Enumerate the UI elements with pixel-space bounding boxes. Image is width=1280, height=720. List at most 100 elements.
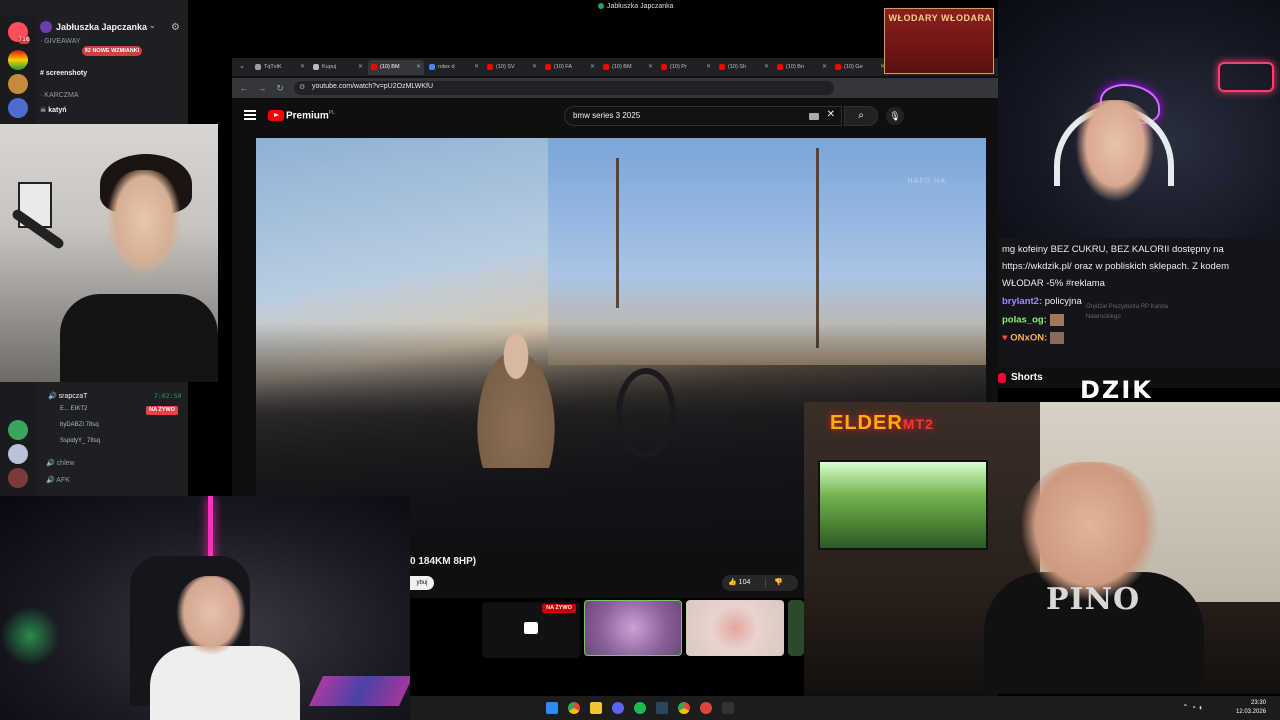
back-arrow-icon[interactable]: ← [238, 82, 250, 94]
chat-username[interactable]: polas_og: [1002, 315, 1047, 326]
steam-icon[interactable] [656, 702, 668, 714]
subscribe-button[interactable]: ybuj [410, 576, 434, 590]
close-icon[interactable]: ✕ [300, 60, 305, 75]
guild-badge: 716 [18, 36, 30, 44]
volume-icon[interactable]: ◖ [1198, 703, 1203, 712]
search-input[interactable]: bmw series 3 2025 ✕ [564, 106, 842, 126]
thumbs-up-icon: 👍 [728, 579, 739, 586]
chips-shelf: NA ŻYWO [410, 598, 804, 696]
chat-text: mg kofeiny BEZ CUKRU, BEZ KALORII dostęp… [1002, 244, 1224, 255]
tab-search-icon[interactable]: ⌄ [236, 62, 248, 72]
video-title: 0 184KM 8HP) [410, 556, 477, 567]
clear-icon[interactable]: ✕ [827, 109, 835, 120]
mic-icon[interactable]: 🎙 [886, 107, 904, 125]
close-icon[interactable]: ✕ [648, 60, 653, 75]
browser-tab[interactable]: rolex d ✕ [426, 60, 482, 75]
guild-icon-5[interactable] [8, 420, 28, 440]
channel-katyn[interactable]: ☠ katyń [40, 106, 67, 118]
guild-icon-6[interactable] [8, 444, 28, 464]
chat-username[interactable]: brylant2: [1002, 296, 1042, 307]
category-karczma[interactable]: · KARCZMA [40, 92, 79, 104]
site-info-icon[interactable]: ⚙ [299, 83, 305, 91]
browser-tab[interactable]: (10) SV ✕ [484, 60, 540, 75]
chevron-down-icon[interactable]: ⌄ [149, 21, 156, 30]
youtube-logo-icon[interactable] [268, 110, 284, 121]
spotify-icon[interactable] [634, 702, 646, 714]
guild-icon-7[interactable] [8, 468, 28, 488]
voice-timer: 7:02:59 [154, 392, 182, 400]
reload-icon[interactable]: ↻ [274, 82, 286, 94]
close-icon[interactable]: ✕ [532, 60, 537, 75]
thumbnail-card[interactable] [788, 600, 804, 656]
browser-tab[interactable]: (10) Bn ✕ [774, 60, 830, 75]
browser-tab[interactable]: Kupuj ✕ [310, 60, 366, 75]
new-mentions-pill[interactable]: 92 NOWE WZMIANKI [82, 46, 142, 56]
thumbnail-card[interactable] [584, 600, 682, 656]
video-driver [456, 308, 576, 468]
close-icon[interactable]: ✕ [822, 60, 827, 75]
chrome-icon-2[interactable] [678, 702, 690, 714]
chat-message: brylant2: policyjna [1002, 296, 1082, 307]
thumbs-down-icon[interactable]: 👎 [774, 578, 783, 586]
like-button[interactable]: 👍 104 [728, 578, 750, 586]
close-icon[interactable]: ✕ [416, 60, 421, 75]
wifi-icon[interactable]: ◔ [1191, 703, 1196, 712]
tab-favicon-icon [313, 64, 319, 70]
channel-giveaway[interactable]: · GIVEAWAY [40, 38, 81, 50]
taskbar-clock[interactable]: 23:30 12.03.2026 [1236, 699, 1266, 717]
chevron-up-icon[interactable]: ⌃ [1182, 703, 1189, 712]
add-user-icon[interactable]: ⚙ [171, 22, 180, 33]
menu-icon[interactable] [244, 110, 256, 120]
url-input[interactable]: ⚙ youtube.com/watch?v=pU2OzMLWKfU [294, 81, 834, 95]
channel-label: katyń [48, 107, 67, 114]
windows-start-icon[interactable] [546, 702, 558, 714]
close-icon[interactable]: ✕ [764, 60, 769, 75]
voice-channel-afk[interactable]: 🔊 AFK [46, 476, 70, 484]
guild-icon-2[interactable] [8, 50, 28, 70]
forward-arrow-icon[interactable]: → [256, 82, 268, 94]
close-icon[interactable]: ✕ [706, 60, 711, 75]
streamer-face [176, 576, 246, 656]
voice-user[interactable]: SspidyY_ 78sq [60, 438, 100, 449]
speaker-icon: 🔊 [46, 460, 57, 467]
chat-username[interactable]: ONxON: [1010, 333, 1047, 344]
guild-icon-3[interactable] [8, 74, 28, 94]
voice-user[interactable]: byDABZI 78sq [60, 422, 99, 433]
tab-label: (10) BM [612, 64, 632, 70]
app-icon-2[interactable] [722, 702, 734, 714]
address-bar-row: ← → ↻ ⚙ youtube.com/watch?v=pU2OzMLWKfU [232, 78, 998, 98]
titlebar-text: Jabłuszka Japczanka [607, 3, 674, 10]
app-icon[interactable] [700, 702, 712, 714]
browser-tab[interactable]: (10) FA ✕ [542, 60, 598, 75]
youtube-favicon-icon [487, 64, 493, 70]
tab-label: (10) Bn [786, 64, 805, 70]
youtube-brand[interactable]: PremiumPL [286, 110, 335, 121]
browser-tab[interactable]: (10) Ge ✕ [832, 60, 888, 75]
close-icon[interactable]: ✕ [474, 60, 479, 75]
chat-message: ♥ ONxON: [1002, 332, 1064, 344]
discord-icon[interactable] [612, 702, 624, 714]
thumbnail-card[interactable] [686, 600, 784, 656]
rgb-keyboard [309, 676, 410, 706]
chrome-icon[interactable] [568, 702, 580, 714]
ghost-text: Orędzie Prezydenta RP Karola [1086, 304, 1168, 310]
close-icon[interactable]: ✕ [590, 60, 595, 75]
keyboard-icon[interactable] [809, 113, 819, 120]
system-tray[interactable]: ⌃ ◔ ◖ [1182, 703, 1203, 712]
voice-channel-name[interactable]: 🔊 srapczaT [48, 392, 87, 400]
server-header[interactable]: Jabłuszka Japczanka ⌄ ⚙ [40, 20, 188, 36]
browser-tab[interactable]: TqTvtK ✕ [252, 60, 308, 75]
guild-icon-4[interactable] [8, 98, 28, 118]
ghost-text: Nawrockiego [1086, 314, 1121, 320]
folder-icon[interactable] [590, 702, 602, 714]
channel-screenshoty[interactable]: # screenshoty [40, 70, 87, 82]
browser-tab[interactable]: (10) Sh ✕ [716, 60, 772, 75]
voice-channel-chlew[interactable]: 🔊 chlew [46, 459, 75, 467]
browser-tab[interactable]: (10) Pr ✕ [658, 60, 714, 75]
aquarium [818, 460, 988, 550]
search-button[interactable]: ⌕ [844, 106, 878, 126]
browser-tab[interactable]: (10) BM ✕ [600, 60, 656, 75]
browser-tab-active[interactable]: (10) BM ✕ [368, 60, 424, 75]
voice-user[interactable]: E... EIKT2 [60, 406, 87, 417]
close-icon[interactable]: ✕ [358, 60, 363, 75]
